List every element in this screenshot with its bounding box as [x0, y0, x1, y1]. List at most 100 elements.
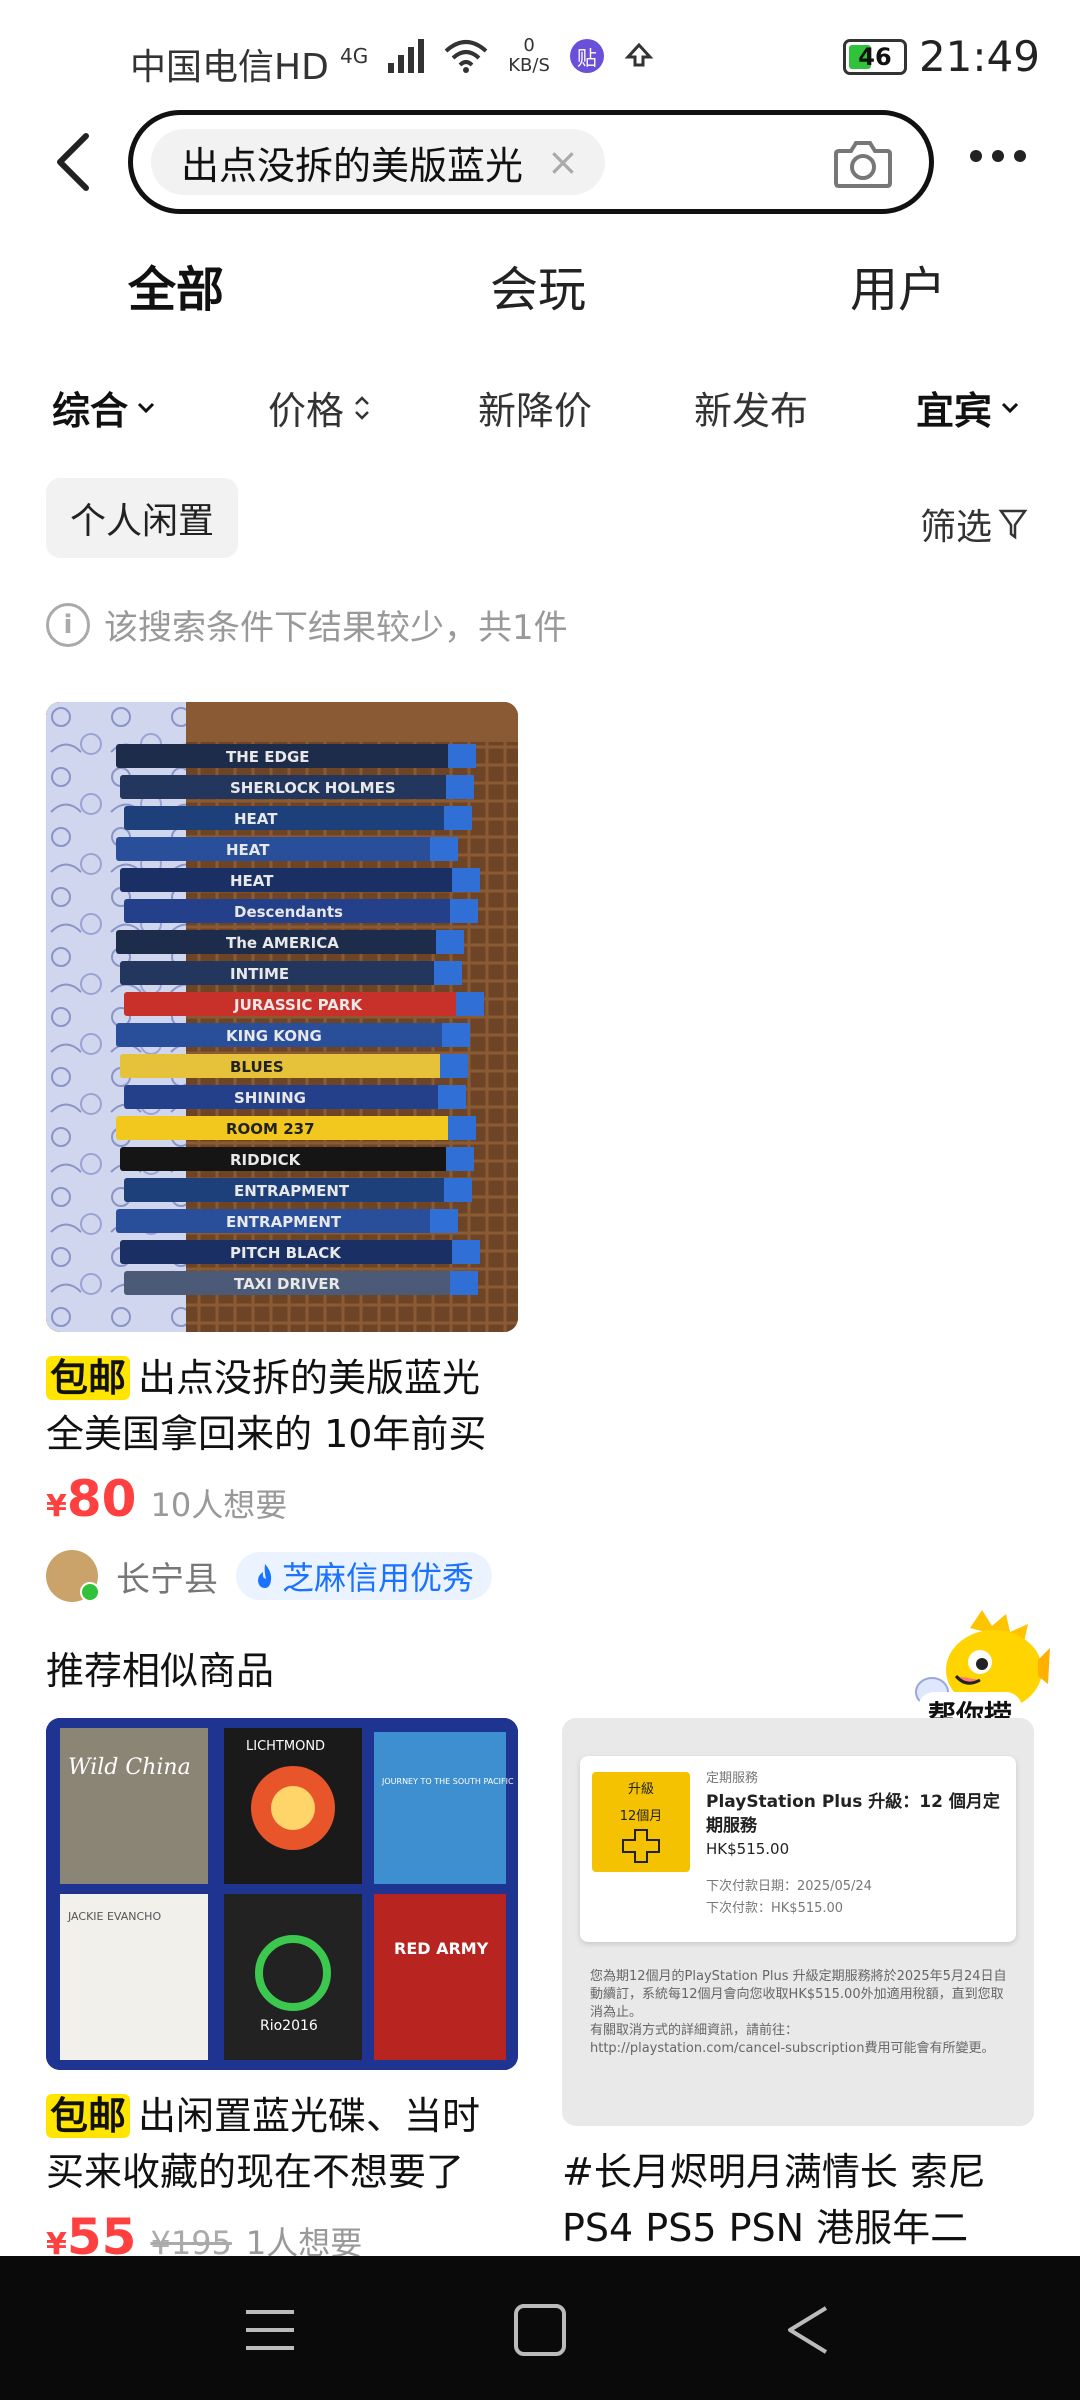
clock: 21:49 — [918, 32, 1040, 81]
free-shipping-tag: 包邮 — [46, 1356, 131, 1400]
search-header: 出点没拆的美版蓝光 × — [0, 108, 1080, 218]
disc-spine-title: KING KONG — [226, 1027, 322, 1045]
funnel-icon — [998, 509, 1028, 540]
ps-service: 定期服務 — [706, 1771, 759, 1786]
ps-plus-badge: 升級 12個月 — [592, 1772, 690, 1872]
search-query-chip[interactable]: 出点没拆的美版蓝光 × — [151, 129, 605, 195]
chevron-down-icon — [137, 402, 155, 413]
system-nav-bar — [0, 2256, 1080, 2400]
network-type: 4G — [340, 44, 369, 68]
tab-all[interactable]: 全部 — [126, 250, 227, 320]
seller-avatar[interactable] — [46, 1550, 100, 1602]
disc-spine-logo — [450, 1271, 478, 1295]
disc-spine — [120, 1054, 468, 1078]
disc-spine-title: TAXI DRIVER — [234, 1275, 340, 1293]
free-shipping-tag: 包邮 — [46, 2094, 131, 2138]
sort-price[interactable]: 价格 — [268, 380, 372, 435]
battery-level: 46 — [858, 42, 892, 71]
disc-spine-logo — [446, 1147, 474, 1171]
signal-icon — [388, 39, 425, 73]
disc-spine-title: HEAT — [234, 810, 278, 828]
filter-button[interactable]: 筛选 — [920, 498, 1028, 550]
home-square-icon[interactable] — [510, 2300, 570, 2360]
clear-query-icon[interactable]: × — [547, 140, 579, 184]
sort-price-label: 价格 — [268, 389, 345, 433]
info-icon: i — [46, 602, 90, 647]
sort-price-drop[interactable]: 新降价 — [478, 380, 592, 435]
flame-icon — [258, 1564, 272, 1588]
ps-title: PlayStation Plus 升級：12 個月定期服務 — [706, 1792, 1000, 1836]
disc-spine — [116, 837, 458, 861]
disc-spine-logo — [448, 744, 476, 768]
personal-idle-chip[interactable]: 个人闲置 — [46, 478, 239, 558]
bluray-covers-photo: Wild China LICHTMOND JOURNEY TO THE SOUT… — [46, 1718, 518, 2070]
sort-new-release[interactable]: 新发布 — [694, 380, 808, 435]
ps-note-3: http://playstation.com/cancel-subscripti… — [590, 2041, 995, 2056]
more-options-icon[interactable] — [970, 150, 1026, 162]
sort-comprehensive-label: 综合 — [52, 389, 129, 433]
ps-footnote: 您為期12個月的PlayStation Plus 升級定期服務將於2025年5月… — [590, 1968, 1010, 2058]
sort-new-release-label: 新发布 — [694, 389, 809, 433]
back-arrow-icon[interactable] — [50, 132, 100, 192]
disc-spine-logo — [452, 868, 480, 892]
similar-card-2[interactable]: 升級 12個月 定期服務 PlayStation Plus 升級：12 個月定期… — [562, 1718, 1034, 2256]
cover-rio: Rio2016 — [260, 2018, 318, 2034]
disc-spine-title: Descendants — [234, 903, 343, 921]
disc-spine-logo — [446, 775, 474, 799]
product-card[interactable]: THE EDGE SHERLOCK HOLMES HEAT HEAT HEAT Desce… — [46, 702, 518, 1602]
disc-spine-title: THE EDGE — [226, 748, 310, 766]
status-bar: 中国电信HD 4G 0 KB/S 贴 46 21:49 — [0, 0, 1080, 120]
disc-spine-logo — [440, 1054, 468, 1078]
wifi-icon — [444, 40, 488, 73]
camera-icon[interactable] — [833, 135, 893, 191]
ps-plus-icon — [622, 1829, 660, 1863]
sort-location-label: 宜宾 — [916, 389, 993, 433]
disc-spine — [124, 806, 472, 830]
similar-card-1-image[interactable]: Wild China LICHTMOND JOURNEY TO THE SOUT… — [46, 1718, 518, 2070]
sort-comprehensive[interactable]: 综合 — [52, 380, 156, 435]
disc-spine-logo — [444, 806, 472, 830]
seller-row[interactable]: 长宁县 芝麻信用优秀 — [46, 1550, 518, 1602]
tab-users[interactable]: 用户 — [850, 250, 946, 320]
disc-spine-logo — [442, 1023, 470, 1047]
disc-spine-title: INTIME — [230, 965, 289, 983]
disc-spine — [120, 961, 462, 985]
menu-icon[interactable] — [240, 2300, 300, 2360]
disc-spine-logo — [438, 1085, 466, 1109]
status-icons: 4G 0 KB/S 贴 — [340, 36, 654, 76]
carrier-label: 中国电信HD — [130, 47, 329, 88]
status-right: 46 21:49 — [842, 32, 1040, 81]
ps-note-1: 您為期12個月的PlayStation Plus 升級定期服務將於2025年5月… — [590, 1969, 1007, 2020]
similar-card-1[interactable]: Wild China LICHTMOND JOURNEY TO THE SOUT… — [46, 1718, 518, 2266]
similar-section-title: 推荐相似商品 — [46, 1649, 275, 1693]
disc-spine-title: BLUES — [230, 1058, 284, 1076]
disc-spine-logo — [456, 992, 484, 1016]
bluray-stack-photo: THE EDGE SHERLOCK HOLMES HEAT HEAT HEAT Desce… — [46, 702, 518, 1332]
disc-spine-title: The AMERICA — [226, 934, 339, 952]
disc-spine-title: RIDDICK — [230, 1151, 302, 1169]
net-speed: 0 KB/S — [508, 36, 550, 76]
disc-spine-logo — [430, 1209, 458, 1233]
search-box[interactable]: 出点没拆的美版蓝光 × — [128, 110, 934, 214]
few-results-notice: i 该搜索条件下结果较少，共1件 — [46, 600, 568, 649]
disc-spine-title: HEAT — [226, 841, 270, 859]
tab-play-label: 会玩 — [490, 262, 587, 318]
disc-spine-title: ROOM 237 — [226, 1120, 315, 1138]
back-triangle-icon[interactable] — [780, 2300, 840, 2360]
want-count: 10人想要 — [150, 1486, 288, 1524]
disc-spine-logo — [430, 837, 458, 861]
tab-users-label: 用户 — [850, 262, 947, 318]
ps-subscription-card: 升級 12個月 定期服務 PlayStation Plus 升級：12 個月定期… — [580, 1756, 1016, 1942]
price-value: 80 — [66, 1470, 137, 1528]
price-row: ¥80 10人想要 — [46, 1470, 518, 1528]
ps-price: HK$515.00 — [706, 1840, 790, 1858]
similar-card-2-image[interactable]: 升級 12個月 定期服務 PlayStation Plus 升級：12 個月定期… — [562, 1718, 1034, 2126]
disc-spine-logo — [434, 961, 462, 985]
sort-location[interactable]: 宜宾 — [916, 380, 1020, 435]
tab-play[interactable]: 会玩 — [490, 250, 586, 320]
sort-price-drop-label: 新降价 — [478, 389, 593, 433]
chevron-down-icon — [1001, 402, 1019, 413]
sort-updown-icon — [355, 395, 369, 420]
product-image[interactable]: THE EDGE SHERLOCK HOLMES HEAT HEAT HEAT Desce… — [46, 702, 518, 1332]
net-speed-value: 0 — [523, 35, 535, 56]
